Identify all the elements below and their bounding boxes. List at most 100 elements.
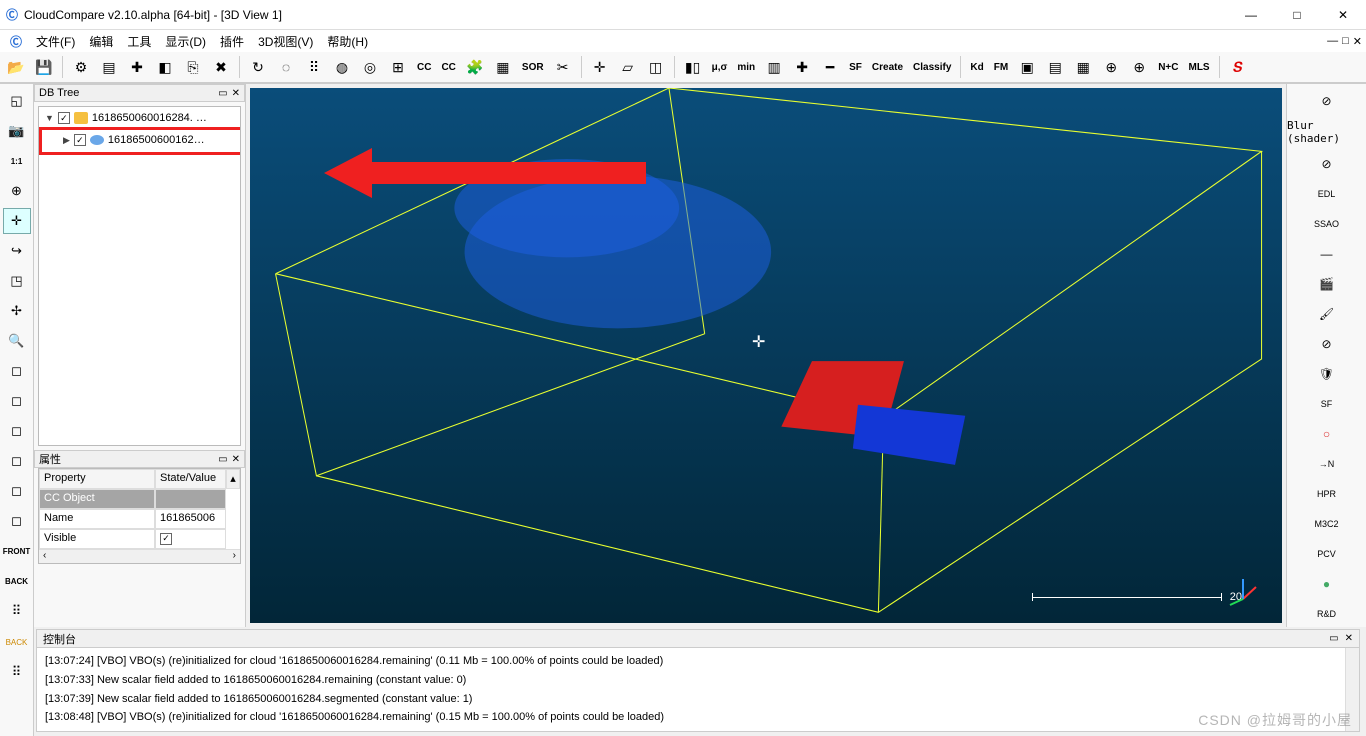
lb-view-left[interactable]: ◻ [3,448,31,474]
tb-cross[interactable]: ✛ [588,55,612,79]
tb-s-red[interactable]: 𝑺 [1226,55,1250,79]
tb-delete[interactable]: ✖ [209,55,233,79]
tb-canupo1[interactable]: Create [869,55,906,79]
tb-mls[interactable]: MLS [1185,55,1212,79]
tb-plugin[interactable]: 🧩 [463,55,487,79]
menu-3[interactable]: 显示(D) [159,31,212,52]
tb-globe2[interactable]: ⊕ [1127,55,1151,79]
rb-blur-none[interactable]: ⊘ [1314,151,1340,177]
tb-plane[interactable]: ▱ [616,55,640,79]
tb-plus-red[interactable]: ✚ [125,55,149,79]
menu-4[interactable]: 插件 [214,31,250,52]
tb-sor[interactable]: SOR [519,55,547,79]
console-output[interactable]: [13:07:24] [VBO] VBO(s) (re)initialized … [37,648,1345,731]
blur-icon[interactable]: ⊘ [1314,88,1340,113]
tb-cc2[interactable]: CC [438,55,458,79]
tb-nc[interactable]: N+C [1155,55,1181,79]
props-close-icon[interactable]: ✕ [232,454,240,465]
window-close[interactable]: ✕ [1320,0,1366,30]
lb-view-front[interactable]: FRONT [3,538,31,564]
tb-add[interactable]: ✚ [790,55,814,79]
tb-minus[interactable]: ━ [818,55,842,79]
console-close-icon[interactable]: ✕ [1345,633,1353,644]
tb-kd[interactable]: Kd [967,55,986,79]
tree-row-child[interactable]: ▶ ✓ 16186500600162… [39,129,240,151]
rb-anim[interactable]: 🎬 [1314,271,1340,297]
lb-translate[interactable]: ✢ [3,298,31,324]
subwin-max[interactable]: □ [1342,35,1349,48]
tb-gradient[interactable]: ▥ [762,55,786,79]
menu-6[interactable]: 帮助(H) [321,31,374,52]
lb-view-front1[interactable]: ◻ [3,388,31,414]
tb-color-scale[interactable]: ◧ [153,55,177,79]
checkbox[interactable]: ✓ [58,112,70,124]
menu-1[interactable]: 编辑 [83,31,119,52]
tb-list[interactable]: ▤ [97,55,121,79]
rb-edl[interactable]: EDL [1314,181,1340,207]
window-minimize[interactable]: — [1228,0,1274,30]
lb-snapshot[interactable]: 📷 [3,118,31,144]
lb-view-custom[interactable]: ⠿ [3,598,31,624]
lb-center[interactable]: ⊕ [3,178,31,204]
tb-minmax[interactable]: min [734,55,758,79]
tb-cioud[interactable]: ◌ [274,55,298,79]
lb-fit[interactable]: ◳ [3,268,31,294]
lb-rotate[interactable]: ↪ [3,238,31,264]
tb-sf[interactable]: SF [846,55,865,79]
3d-viewport[interactable]: ✛ 20 [246,84,1286,627]
rb-normal[interactable]: →N [1314,451,1340,477]
rb-brush[interactable]: 🖌 [1314,301,1340,327]
rb-rnd[interactable]: R&D [1314,601,1340,627]
props-hscroll[interactable]: ‹› [39,549,240,563]
props-scroll[interactable]: ▴ [226,469,240,489]
expand-icon[interactable]: ▼ [45,113,54,123]
tb-cut[interactable]: ✂ [551,55,575,79]
tb-points[interactable]: ⠿ [302,55,326,79]
lb-view-top[interactable]: ◻ [3,358,31,384]
menu-5[interactable]: 3D视图(V) [252,31,319,52]
tb-mesh1[interactable]: ◍ [330,55,354,79]
tree-row-parent[interactable]: ▼ ✓ 1618650060016284. … [39,107,240,129]
tb-csv[interactable]: ▤ [1043,55,1067,79]
tb-canupo2[interactable]: Classify [910,55,954,79]
rb-shield[interactable]: 🛡 [1314,361,1340,387]
tb-ras[interactable]: ▦ [1071,55,1095,79]
tb-grid[interactable]: ⊞ [386,55,410,79]
db-tree[interactable]: ▼ ✓ 1618650060016284. … ▶ ✓ 161865006001… [38,106,241,446]
tb-gear[interactable]: ⚙ [69,55,93,79]
rb-rsep[interactable]: — [1314,241,1340,267]
lb-view-iso[interactable]: ◻ [3,508,31,534]
subwin-min[interactable]: — [1327,35,1338,48]
prop-key[interactable]: CC Object [39,489,155,509]
lb-fullscreen[interactable]: ◱ [3,88,31,114]
rb-sf-blue[interactable]: SF [1314,391,1340,417]
lb-view-right[interactable]: ◻ [3,478,31,504]
prop-val[interactable]: ✓ [155,529,226,549]
tb-section[interactable]: ◫ [644,55,668,79]
rb-hpr[interactable]: HPR [1314,481,1340,507]
tb-globe1[interactable]: ⊕ [1099,55,1123,79]
expand-icon[interactable]: ▶ [63,135,70,146]
tb-sphere[interactable]: ↻ [246,55,270,79]
rb-pcv[interactable]: PCV [1314,541,1340,567]
tb-export[interactable]: ⎘ [181,55,205,79]
tb-save[interactable]: 💾 [32,55,56,79]
menu-0[interactable]: 文件(F) [30,31,81,52]
subwin-close[interactable]: ✕ [1353,35,1362,48]
rb-ssao[interactable]: SSAO [1314,211,1340,237]
tb-stat[interactable]: μ,σ [709,55,731,79]
props-float-icon[interactable]: ▭ [218,454,227,465]
lb-view-back[interactable]: BACK [3,568,31,594]
dbtree-close-icon[interactable]: ✕ [232,88,240,99]
rb-ellipse[interactable]: ○ [1314,421,1340,447]
lb-pick-rot[interactable]: ✛ [3,208,31,234]
lb-scale-11[interactable]: 1:1 [3,148,31,174]
window-maximize[interactable]: □ [1274,0,1320,30]
tb-open[interactable]: 📂 [4,55,28,79]
rb-compass[interactable]: ⊘ [1314,331,1340,357]
tb-cc1[interactable]: CC [414,55,434,79]
tb-mesh2[interactable]: ◎ [358,55,382,79]
menu-2[interactable]: 工具 [121,31,157,52]
tb-checker[interactable]: ▦ [491,55,515,79]
checkbox[interactable]: ✓ [74,134,86,146]
